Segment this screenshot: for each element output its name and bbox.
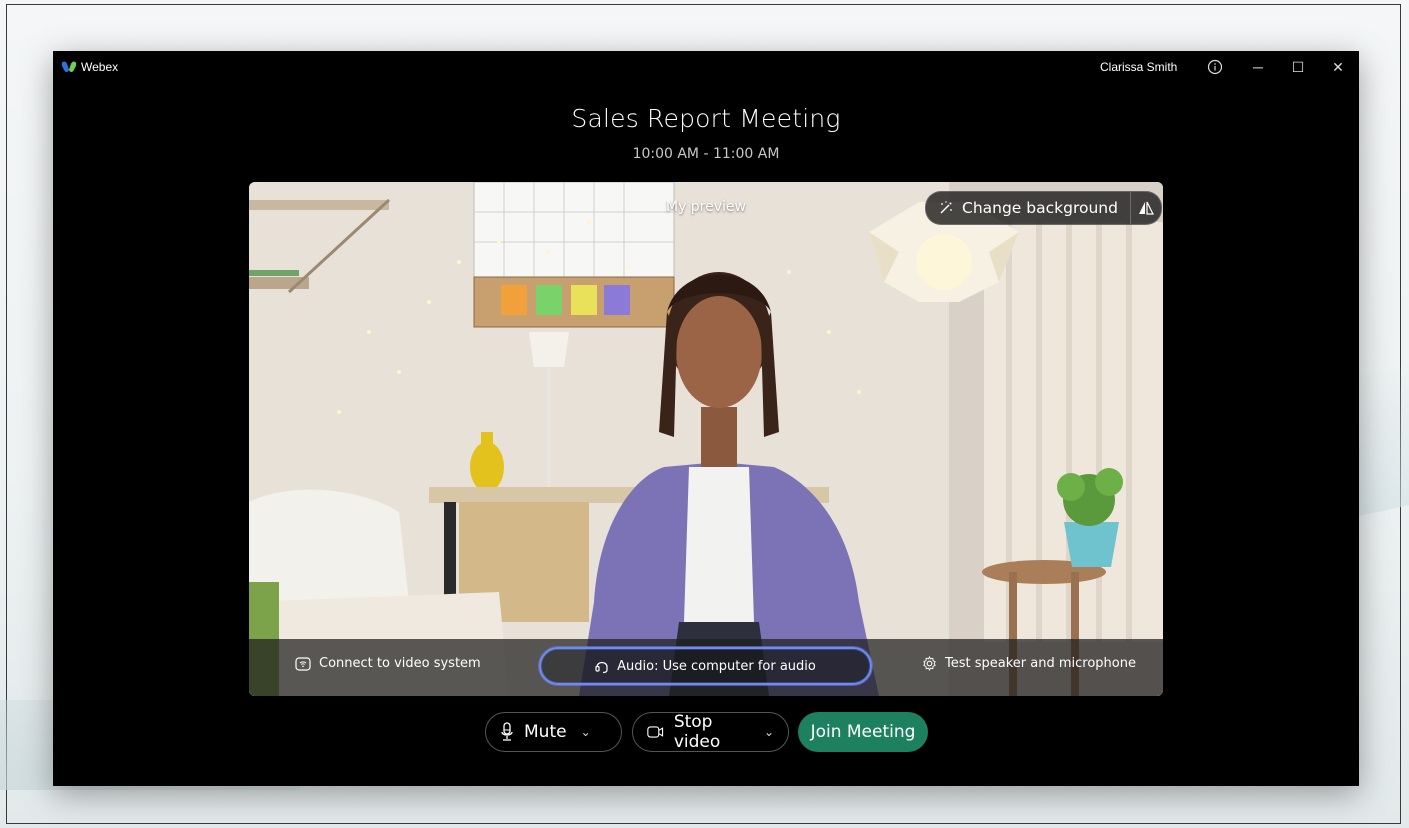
meeting-controls: Mute ⌄ Stop video ⌄ Join Meeting bbox=[53, 712, 1359, 754]
microphone-icon bbox=[501, 722, 513, 741]
join-meeting-button[interactable]: Join Meeting bbox=[798, 712, 928, 752]
background-button-group: Change background bbox=[925, 191, 1162, 225]
meeting-time: 10:00 AM - 11:00 AM bbox=[632, 146, 780, 162]
mute-label: Mute bbox=[524, 722, 567, 742]
change-background-label: Change background bbox=[962, 199, 1118, 217]
test-speaker-mic-label: Test speaker and microphone bbox=[945, 656, 1136, 671]
app-logo: Webex bbox=[61, 60, 118, 74]
app-name: Webex bbox=[81, 60, 119, 74]
info-icon[interactable] bbox=[1203, 57, 1227, 77]
change-background-button[interactable]: Change background bbox=[926, 192, 1130, 224]
webex-logo-icon bbox=[61, 61, 77, 72]
magic-wand-icon bbox=[940, 201, 952, 214]
mirror-icon bbox=[1138, 201, 1154, 215]
connect-video-system-button[interactable]: Connect to video system bbox=[295, 656, 481, 671]
test-speaker-mic-button[interactable]: Test speaker and microphone bbox=[922, 656, 1136, 671]
video-camera-icon bbox=[647, 726, 664, 738]
audio-option-label: Audio: Use computer for audio bbox=[617, 658, 816, 674]
user-name[interactable]: Clarissa Smith bbox=[1100, 60, 1177, 74]
mirror-video-button[interactable] bbox=[1129, 192, 1161, 224]
stop-video-button[interactable]: Stop video ⌄ bbox=[632, 712, 789, 752]
chevron-down-icon[interactable]: ⌄ bbox=[581, 725, 591, 739]
title-bar: Webex Clarissa Smith ─ ☐ ✕ bbox=[53, 51, 1359, 83]
video-system-icon bbox=[295, 656, 311, 671]
minimize-icon[interactable]: ─ bbox=[1246, 57, 1270, 77]
chevron-down-icon[interactable]: ⌄ bbox=[764, 725, 774, 739]
headset-icon bbox=[595, 661, 608, 674]
video-preview: My preview Change background Connect to … bbox=[249, 182, 1163, 696]
stop-video-label: Stop video bbox=[673, 712, 721, 752]
connect-video-system-label: Connect to video system bbox=[319, 656, 481, 671]
mute-button[interactable]: Mute ⌄ bbox=[485, 712, 622, 752]
gear-icon bbox=[923, 656, 936, 671]
camera-preview-image bbox=[249, 182, 1163, 696]
webex-window: Webex Clarissa Smith ─ ☐ ✕ Sales Report … bbox=[53, 51, 1359, 786]
audio-option-button[interactable]: Audio: Use computer for audio bbox=[539, 647, 872, 685]
preview-options-bar: Connect to video system Audio: Use compu… bbox=[249, 639, 1163, 696]
close-icon[interactable]: ✕ bbox=[1326, 57, 1350, 77]
maximize-icon[interactable]: ☐ bbox=[1286, 57, 1310, 77]
meeting-title: Sales Report Meeting bbox=[571, 104, 841, 133]
